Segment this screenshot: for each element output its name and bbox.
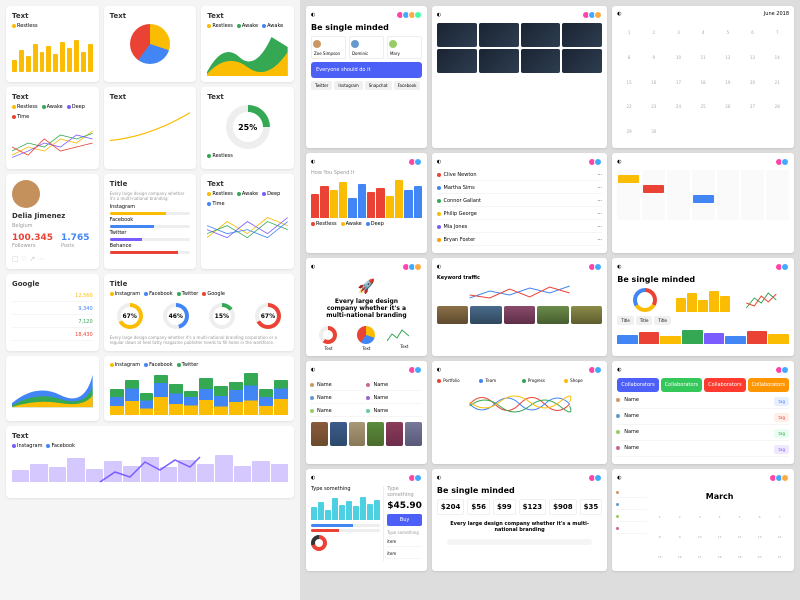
curve-chart bbox=[110, 104, 191, 148]
progress-item: Instagram bbox=[110, 204, 191, 215]
rocket-icon: 🚀 bbox=[311, 279, 422, 295]
bar-chart bbox=[12, 32, 93, 72]
dashboard-barchart[interactable]: ◐ How You Spend It RestlessAwakeDeep bbox=[306, 153, 427, 253]
contact-row: Connor Gallant⋯ bbox=[437, 196, 602, 207]
dashboard-keywords[interactable]: ◐ Keyword traffic bbox=[432, 258, 607, 356]
calendar-grid: 1234567 891011121314 15161718192021 2223… bbox=[617, 21, 789, 143]
curve-widget: Text bbox=[104, 87, 197, 169]
widgets-panel: Text Restless Text Text RestlessAwakeAwa… bbox=[0, 0, 300, 600]
area-chart bbox=[207, 32, 288, 76]
stacked-area-widget bbox=[6, 356, 99, 421]
dashboards-panel: ◐ Be single minded Zoe Simpson Dominic M… bbox=[300, 0, 800, 600]
dashboard-collaborators[interactable]: ◐ Collaborators Collaborators Collaborat… bbox=[612, 361, 794, 464]
multiline-widget: Text RestlessAwakeDeepTime bbox=[6, 87, 99, 169]
promo-banner[interactable]: Everyone should do it bbox=[311, 62, 422, 78]
area-chart-widget: Text RestlessAwakeAwake bbox=[201, 6, 294, 82]
dashboard-hero[interactable]: ◐ 🚀 Every large design company whether i… bbox=[306, 258, 427, 356]
progress-widget: Title Every large design company whether… bbox=[104, 174, 197, 269]
progress-item: Behance bbox=[110, 243, 191, 254]
dashboard-march[interactable]: ◐ March 1234567 891011121314 15161718192… bbox=[612, 469, 794, 571]
dashboard-gallery[interactable]: ◐ bbox=[432, 6, 607, 148]
multiline-widget-2: Text RestlessAwakeDeepTime bbox=[201, 174, 294, 269]
combo-chart-widget: Text InstagramFacebook bbox=[6, 426, 294, 498]
widget-title: Text bbox=[12, 12, 93, 20]
dashboard-people[interactable]: ◐ Be single minded Zoe Simpson Dominic M… bbox=[306, 6, 427, 148]
buy-button[interactable]: Buy bbox=[387, 514, 422, 526]
list-item: 7,120 bbox=[12, 317, 93, 328]
progress-item: Facebook bbox=[110, 217, 191, 228]
dashboard-colorbars[interactable]: ◐ Be single minded TitleTitleTitle bbox=[612, 258, 794, 356]
list-widget: Google 12,560 9,340 7,120 18,430 bbox=[6, 274, 99, 351]
line-chart bbox=[12, 123, 93, 163]
contact-row: Philip George⋯ bbox=[437, 209, 602, 220]
progress-item: Twitter bbox=[110, 230, 191, 241]
dashboard-stats[interactable]: ◐ Be single minded $204 $56 $99 $123 $90… bbox=[432, 469, 607, 571]
dashboard-compose[interactable]: ◐ Type something Type something $45.90 B… bbox=[306, 469, 427, 571]
contact-row: Bryan Foster⋯ bbox=[437, 235, 602, 246]
list-item: 12,560 bbox=[12, 291, 93, 302]
pie-chart bbox=[130, 24, 170, 64]
dashboard-calendar[interactable]: ◐June 2018 1234567 891011121314 15161718… bbox=[612, 6, 794, 148]
dashboard-waves[interactable]: ◐ Portfolio Team Progress Shope bbox=[432, 361, 607, 464]
donut-widget: Text 25% Restless bbox=[201, 87, 294, 169]
bar-chart-widget: Text Restless bbox=[6, 6, 99, 82]
list-item: 18,430 bbox=[12, 330, 93, 341]
avatar bbox=[12, 180, 40, 208]
contact-row: Clive Newton⋯ bbox=[437, 170, 602, 181]
contact-row: Mia Jones⋯ bbox=[437, 222, 602, 233]
profile-widget: Delia Jimenez Belgium 100.345Followers 1… bbox=[6, 174, 99, 269]
wave-chart bbox=[437, 386, 602, 422]
rings-widget: Title InstagramFacebookTwitterGoogle 67%… bbox=[104, 274, 294, 351]
pie-chart-widget: Text bbox=[104, 6, 197, 82]
social-icons[interactable]: □ ♡ ↗ ⋯ bbox=[12, 255, 93, 263]
dashboard-contacts[interactable]: ◐ Clive Newton⋯ Martha Sims⋯ Connor Gall… bbox=[432, 153, 607, 253]
dashboard-photos[interactable]: ◐ NameNameName NameNameName bbox=[306, 361, 427, 464]
list-item: 9,340 bbox=[12, 304, 93, 315]
stacked-bars-widget: InstagramFacebookTwitter bbox=[104, 356, 294, 421]
dashboard-timeline[interactable]: ◐ bbox=[612, 153, 794, 253]
profile-name: Delia Jimenez bbox=[12, 212, 93, 220]
donut-chart: 25% bbox=[226, 105, 270, 149]
contact-row: Martha Sims⋯ bbox=[437, 183, 602, 194]
